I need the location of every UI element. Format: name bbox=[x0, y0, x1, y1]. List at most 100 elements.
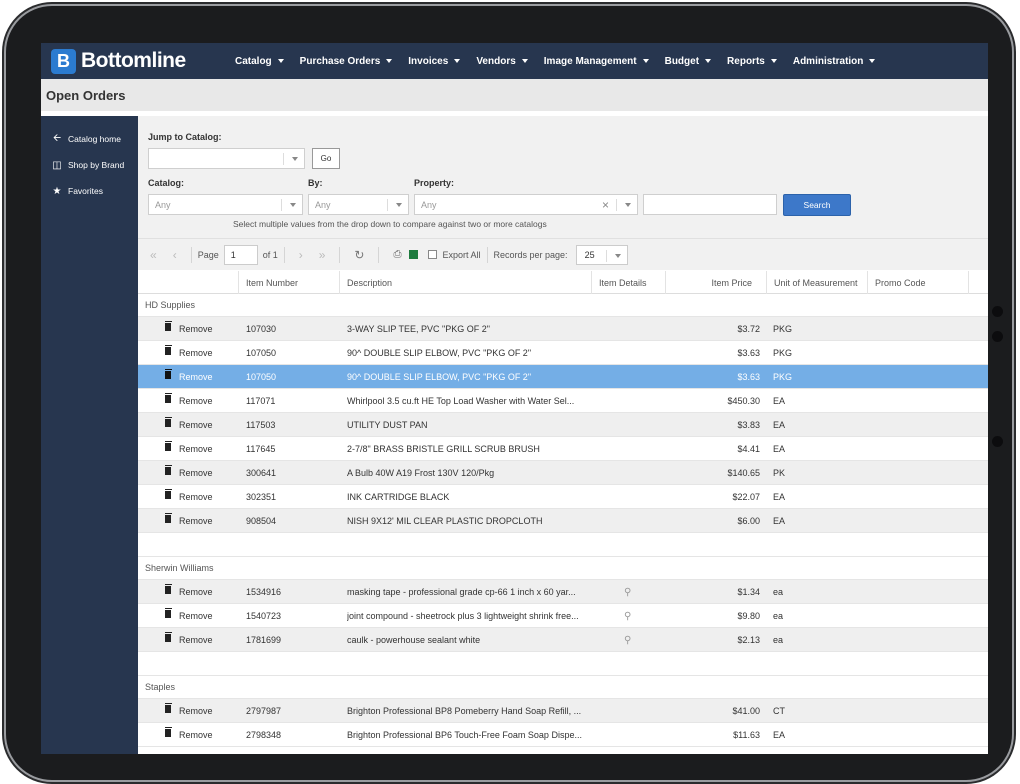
table-row[interactable]: Remove 1540723 joint compound - sheetrock … bbox=[138, 604, 988, 628]
records-per-page-select[interactable]: 25 bbox=[575, 244, 628, 265]
table-row[interactable]: Remove 117503 UTILITY DUST PAN $3.83 EA bbox=[138, 413, 988, 437]
refresh-icon[interactable]: ↻ bbox=[354, 248, 364, 262]
remove-button[interactable]: Remove bbox=[165, 723, 213, 747]
column-header-promo-code[interactable]: Promo Code bbox=[867, 271, 968, 294]
jump-to-catalog-select[interactable] bbox=[148, 148, 305, 169]
chevron-down-icon bbox=[454, 59, 461, 63]
remove-button[interactable]: Remove bbox=[165, 461, 213, 485]
trash-icon bbox=[165, 345, 172, 355]
unit-of-measurement: PKG bbox=[773, 324, 793, 334]
table-row[interactable]: Remove 908504 NISH 9X12' MIL CLEAR PLASTIC… bbox=[138, 509, 988, 533]
clear-icon[interactable]: × bbox=[602, 198, 609, 212]
remove-button[interactable]: Remove bbox=[165, 389, 213, 413]
table-row[interactable]: Remove 117071 Whirlpool 3.5 cu.ft HE Top L… bbox=[138, 389, 988, 413]
top-navigation: B Bottomline Catalog Purchase Orders Inv… bbox=[41, 43, 988, 79]
sidebar-item-favorites[interactable]: ★ Favorites bbox=[41, 178, 138, 204]
remove-button[interactable]: Remove bbox=[165, 580, 213, 604]
remove-button[interactable]: Remove bbox=[165, 628, 213, 652]
item-number: 2798348 bbox=[246, 730, 282, 740]
group-header: Sherwin Williams bbox=[138, 557, 988, 580]
item-price: $450.30 bbox=[727, 396, 760, 406]
nav-vendors[interactable]: Vendors bbox=[476, 56, 528, 67]
table-row[interactable]: Remove 107030 3-WAY SLIP TEE, PVC "PKG OF … bbox=[138, 317, 988, 341]
item-price: $4.41 bbox=[737, 444, 760, 454]
table-row[interactable]: Remove 2798348 Brighton Professional BP6 T… bbox=[138, 723, 988, 747]
unit-of-measurement: PKG bbox=[773, 348, 793, 358]
remove-button[interactable]: Remove bbox=[165, 509, 213, 533]
catalog-label: Catalog: bbox=[148, 178, 184, 188]
remove-button[interactable]: Remove bbox=[165, 699, 213, 723]
table-row[interactable]: Remove 1781699 caulk - powerhouse sealant … bbox=[138, 628, 988, 652]
table-row[interactable]: Remove 302351 INK CARTRIDGE BLACK $22.07 EA bbox=[138, 485, 988, 509]
item-number: 117071 bbox=[246, 396, 276, 406]
nav-budget[interactable]: Budget bbox=[665, 56, 712, 67]
nav-administration[interactable]: Administration bbox=[793, 56, 876, 67]
remove-button[interactable]: Remove bbox=[165, 317, 213, 341]
item-description: A Bulb 40W A19 Frost 130V 120/Pkg bbox=[347, 468, 495, 478]
trash-icon bbox=[165, 465, 172, 475]
first-page-icon[interactable]: « bbox=[150, 248, 157, 262]
sidebar-item-shop-by-brand[interactable]: ◫ Shop by Brand bbox=[41, 152, 138, 178]
column-header-unit-of-measurement[interactable]: Unit of Measurement bbox=[766, 271, 867, 294]
table-header: Item Number Description Item Details Ite… bbox=[138, 271, 988, 294]
trash-icon bbox=[165, 703, 172, 713]
column-header-item-details[interactable]: Item Details bbox=[591, 271, 665, 294]
remove-button[interactable]: Remove bbox=[165, 485, 213, 509]
chevron-down-icon bbox=[386, 59, 393, 63]
page-count: of 1 bbox=[262, 249, 278, 260]
table-row[interactable]: Remove 300641 A Bulb 40W A19 Frost 130V 12… bbox=[138, 461, 988, 485]
page-number-input[interactable]: 1 bbox=[223, 244, 258, 265]
item-description: 90^ DOUBLE SLIP ELBOW, PVC "PKG OF 2" bbox=[347, 348, 532, 358]
column-header-item-price[interactable]: Item Price bbox=[665, 271, 766, 294]
by-select[interactable]: Any bbox=[308, 194, 409, 215]
go-button[interactable]: Go bbox=[312, 148, 340, 169]
app-screen: B Bottomline Catalog Purchase Orders Inv… bbox=[41, 43, 988, 754]
export-all-checkbox[interactable] bbox=[428, 250, 438, 259]
magnifier-icon[interactable]: ⚲ bbox=[624, 628, 631, 652]
catalog-select[interactable]: Any bbox=[148, 194, 303, 215]
item-description: 2-7/8" BRASS BRISTLE GRILL SCRUB BRUSH bbox=[347, 444, 540, 454]
nav-image-management[interactable]: Image Management bbox=[544, 56, 649, 67]
column-header-item-number[interactable]: Item Number bbox=[238, 271, 339, 294]
prev-page-icon[interactable]: ‹ bbox=[173, 248, 177, 262]
trash-icon bbox=[165, 584, 172, 594]
item-number: 2797987 bbox=[246, 706, 282, 716]
nav-invoices[interactable]: Invoices bbox=[408, 56, 461, 67]
search-input[interactable] bbox=[643, 194, 777, 215]
trash-icon bbox=[165, 441, 172, 451]
nav-purchase-orders[interactable]: Purchase Orders bbox=[300, 56, 393, 67]
unit-of-measurement: PK bbox=[773, 468, 786, 478]
item-description: INK CARTRIDGE BLACK bbox=[347, 492, 450, 502]
jump-to-catalog-label: Jump to Catalog: bbox=[148, 132, 222, 142]
table-row[interactable]: Remove 117645 2-7/8" BRASS BRISTLE GRILL S… bbox=[138, 437, 988, 461]
sidebar-item-catalog-home[interactable]: 🡨 Catalog home bbox=[41, 126, 138, 152]
print-icon[interactable]: ⎙ bbox=[393, 249, 401, 260]
table-row[interactable]: Remove 107050 90^ DOUBLE SLIP ELBOW, PVC "… bbox=[138, 365, 988, 389]
trash-icon bbox=[165, 632, 172, 642]
table-row[interactable]: Remove 2797987 Brighton Professional BP8 P… bbox=[138, 699, 988, 723]
remove-button[interactable]: Remove bbox=[165, 341, 213, 365]
column-header-description[interactable]: Description bbox=[339, 271, 591, 294]
item-description: Whirlpool 3.5 cu.ft HE Top Load Washer w… bbox=[347, 396, 575, 406]
search-button[interactable]: Search bbox=[783, 194, 851, 216]
tablet-frame: B Bottomline Catalog Purchase Orders Inv… bbox=[6, 6, 1012, 780]
table-row[interactable]: Remove 107050 90^ DOUBLE SLIP ELBOW, PVC "… bbox=[138, 341, 988, 365]
next-page-icon[interactable]: › bbox=[299, 248, 303, 262]
item-description: Brighton Professional BP6 Touch-Free Foa… bbox=[347, 730, 582, 740]
last-page-icon[interactable]: » bbox=[319, 248, 326, 262]
item-number: 107050 bbox=[246, 348, 277, 358]
filter-panel: Jump to Catalog: Go Catalog: Any By: Any… bbox=[138, 116, 988, 238]
property-select[interactable]: Any × bbox=[414, 194, 638, 215]
nav-reports[interactable]: Reports bbox=[727, 56, 777, 67]
magnifier-icon[interactable]: ⚲ bbox=[624, 580, 631, 604]
remove-button[interactable]: Remove bbox=[165, 604, 213, 628]
remove-button[interactable]: Remove bbox=[165, 437, 213, 461]
excel-icon[interactable] bbox=[409, 250, 419, 259]
remove-button[interactable]: Remove bbox=[165, 365, 213, 389]
magnifier-icon[interactable]: ⚲ bbox=[624, 604, 631, 628]
table-row[interactable]: Remove 1534916 masking tape - professional… bbox=[138, 580, 988, 604]
remove-button[interactable]: Remove bbox=[165, 413, 213, 437]
nav-catalog[interactable]: Catalog bbox=[235, 56, 284, 67]
brand-logo[interactable]: B Bottomline bbox=[51, 48, 235, 74]
page-title: Open Orders bbox=[46, 87, 126, 103]
